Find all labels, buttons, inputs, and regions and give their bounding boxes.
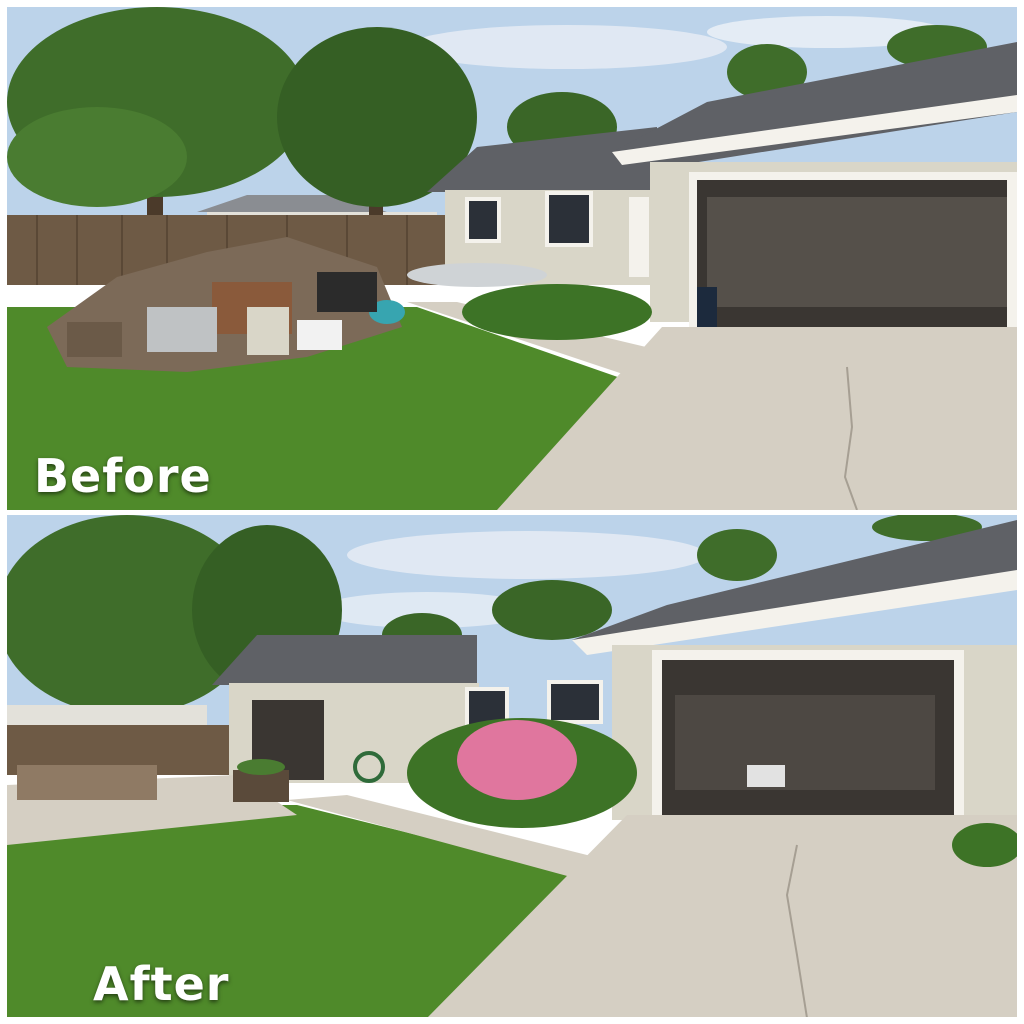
side-door	[629, 197, 649, 277]
storage-box	[747, 765, 785, 787]
window-glass	[549, 195, 589, 243]
junk-bin	[317, 272, 377, 312]
garage-shelves	[675, 695, 935, 790]
shrub-bed	[462, 284, 652, 340]
neighbor-house	[7, 705, 207, 727]
pink-roses	[457, 720, 577, 800]
house-roof	[212, 635, 477, 685]
trash-bin	[697, 287, 717, 327]
before-label: Before	[34, 449, 212, 503]
junk-planter	[67, 322, 122, 357]
tree-canopy	[697, 529, 777, 581]
junk-cooler	[297, 320, 342, 350]
after-photo: After	[7, 515, 1017, 1017]
after-scene	[7, 515, 1017, 1017]
window-glass	[469, 201, 497, 239]
planter-plants	[237, 759, 285, 775]
small-debris	[17, 765, 157, 800]
garage-clutter	[707, 197, 1007, 307]
before-photo: Before	[7, 7, 1017, 510]
tree-canopy	[7, 107, 187, 207]
junk-box	[147, 307, 217, 352]
junk-basket	[247, 307, 289, 355]
before-scene	[7, 7, 1017, 510]
tree-canopy	[492, 580, 612, 640]
before-after-collage: Before After	[0, 0, 1024, 1024]
junk-scatter	[407, 263, 547, 287]
window-glass	[551, 684, 599, 720]
cloud	[347, 531, 707, 579]
after-label: After	[93, 957, 230, 1011]
